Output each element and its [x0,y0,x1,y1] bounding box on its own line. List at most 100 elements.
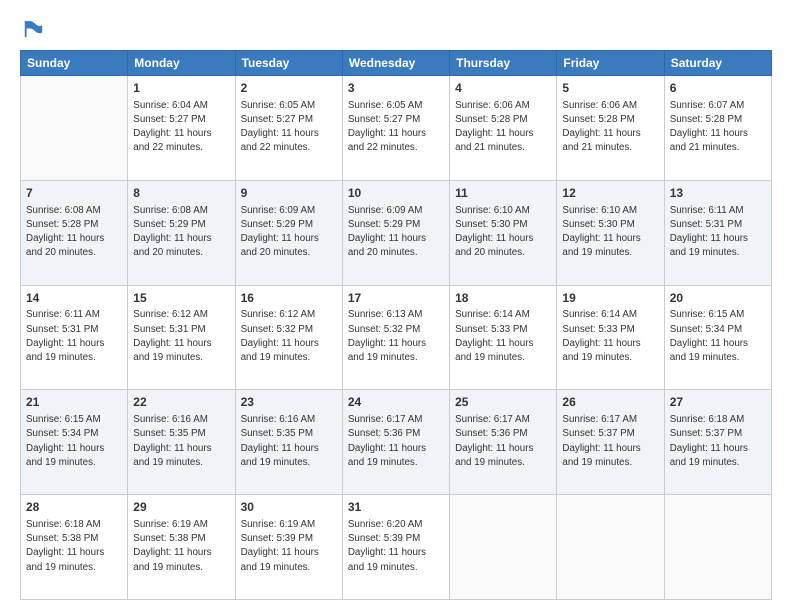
calendar-cell: 27Sunrise: 6:18 AM Sunset: 5:37 PM Dayli… [664,390,771,495]
day-info: Sunrise: 6:10 AM Sunset: 5:30 PM Dayligh… [562,204,658,261]
column-header-friday: Friday [557,51,664,76]
day-info: Sunrise: 6:09 AM Sunset: 5:29 PM Dayligh… [348,204,444,261]
day-info: Sunrise: 6:15 AM Sunset: 5:34 PM Dayligh… [26,413,122,470]
day-info: Sunrise: 6:17 AM Sunset: 5:37 PM Dayligh… [562,413,658,470]
calendar-cell: 26 Sunrise: 6:17 AM Sunset: 5:37 PM Dayli… [557,390,664,495]
day-info: Sunrise: 6:18 AM Sunset: 5:38 PM Dayligh… [26,518,122,575]
calendar-cell: 3 Sunrise: 6:05 AM Sunset: 5:27 PM Daylig… [342,76,449,181]
day-number: 30 [241,499,337,516]
calendar-cell: 9 Sunrise: 6:09 AM Sunset: 5:29 PM Daylig… [235,180,342,285]
day-info: Sunrise: 6:10 AM Sunset: 5:30 PM Dayligh… [455,204,551,261]
calendar-cell: 5Sunrise: 6:06 AM Sunset: 5:28 PM Daylig… [557,76,664,181]
calendar-cell: 16Sunrise: 6:12 AM Sunset: 5:32 PM Dayli… [235,285,342,390]
day-info: Sunrise: 6:06 AM Sunset: 5:28 PM Dayligh… [455,99,551,156]
day-info: Sunrise: 6:05 AM Sunset: 5:27 PM Dayligh… [241,99,337,156]
column-header-saturday: Saturday [664,51,771,76]
calendar-cell: 1 Sunrise: 6:04 AM Sunset: 5:27 PM Daylig… [128,76,235,181]
day-info: Sunrise: 6:18 AM Sunset: 5:37 PM Dayligh… [670,413,766,470]
calendar-cell [21,76,128,181]
day-info: Sunrise: 6:07 AM Sunset: 5:28 PM Dayligh… [670,99,766,156]
day-number: 19 [562,290,658,307]
header [20,18,772,40]
day-number: 28 [26,499,122,516]
day-number: 16 [241,290,337,307]
day-number: 22 [133,394,229,411]
calendar-body: 1 Sunrise: 6:04 AM Sunset: 5:27 PM Daylig… [21,76,772,600]
day-number: 12 [562,185,658,202]
day-info: Sunrise: 6:19 AM Sunset: 5:39 PM Dayligh… [241,518,337,575]
day-info: Sunrise: 6:11 AM Sunset: 5:31 PM Dayligh… [670,204,766,261]
day-info: Sunrise: 6:16 AM Sunset: 5:35 PM Dayligh… [241,413,337,470]
day-info: Sunrise: 6:08 AM Sunset: 5:29 PM Dayligh… [133,204,229,261]
day-info: Sunrise: 6:17 AM Sunset: 5:36 PM Dayligh… [455,413,551,470]
day-info: Sunrise: 6:08 AM Sunset: 5:28 PM Dayligh… [26,204,122,261]
page: SundayMondayTuesdayWednesdayThursdayFrid… [0,0,792,612]
calendar-cell: 19Sunrise: 6:14 AM Sunset: 5:33 PM Dayli… [557,285,664,390]
day-number: 18 [455,290,551,307]
calendar-table: SundayMondayTuesdayWednesdayThursdayFrid… [20,50,772,600]
day-number: 4 [455,80,551,97]
day-info: Sunrise: 6:09 AM Sunset: 5:29 PM Dayligh… [241,204,337,261]
day-number: 21 [26,394,122,411]
day-number: 25 [455,394,551,411]
day-number: 14 [26,290,122,307]
calendar-cell: 29 Sunrise: 6:19 AM Sunset: 5:38 PM Dayli… [128,495,235,600]
day-info: Sunrise: 6:20 AM Sunset: 5:39 PM Dayligh… [348,518,444,575]
day-number: 6 [670,80,766,97]
calendar-cell [557,495,664,600]
day-number: 20 [670,290,766,307]
calendar-header-row: SundayMondayTuesdayWednesdayThursdayFrid… [21,51,772,76]
calendar-cell: 22 Sunrise: 6:16 AM Sunset: 5:35 PM Dayli… [128,390,235,495]
day-number: 1 [133,80,229,97]
day-number: 11 [455,185,551,202]
day-number: 7 [26,185,122,202]
day-number: 24 [348,394,444,411]
calendar-cell: 17Sunrise: 6:13 AM Sunset: 5:32 PM Dayli… [342,285,449,390]
calendar-cell: 6 Sunrise: 6:07 AM Sunset: 5:28 PM Daylig… [664,76,771,181]
day-info: Sunrise: 6:15 AM Sunset: 5:34 PM Dayligh… [670,308,766,365]
day-info: Sunrise: 6:14 AM Sunset: 5:33 PM Dayligh… [455,308,551,365]
calendar-cell: 23 Sunrise: 6:16 AM Sunset: 5:35 PM Dayli… [235,390,342,495]
calendar-cell: 20Sunrise: 6:15 AM Sunset: 5:34 PM Dayli… [664,285,771,390]
logo [20,18,44,40]
day-number: 2 [241,80,337,97]
day-info: Sunrise: 6:04 AM Sunset: 5:27 PM Dayligh… [133,99,229,156]
logo-icon [22,18,44,40]
column-header-wednesday: Wednesday [342,51,449,76]
calendar-cell: 13Sunrise: 6:11 AM Sunset: 5:31 PM Dayli… [664,180,771,285]
calendar-week-row: 28 Sunrise: 6:18 AM Sunset: 5:38 PM Dayli… [21,495,772,600]
calendar-week-row: 21 Sunrise: 6:15 AM Sunset: 5:34 PM Dayli… [21,390,772,495]
day-info: Sunrise: 6:16 AM Sunset: 5:35 PM Dayligh… [133,413,229,470]
calendar-cell: 25 Sunrise: 6:17 AM Sunset: 5:36 PM Dayli… [450,390,557,495]
calendar-cell: 12 Sunrise: 6:10 AM Sunset: 5:30 PM Dayli… [557,180,664,285]
calendar-cell: 7 Sunrise: 6:08 AM Sunset: 5:28 PM Daylig… [21,180,128,285]
column-header-monday: Monday [128,51,235,76]
column-header-tuesday: Tuesday [235,51,342,76]
day-info: Sunrise: 6:17 AM Sunset: 5:36 PM Dayligh… [348,413,444,470]
calendar-cell: 31Sunrise: 6:20 AM Sunset: 5:39 PM Dayli… [342,495,449,600]
day-number: 26 [562,394,658,411]
day-number: 29 [133,499,229,516]
day-number: 17 [348,290,444,307]
day-info: Sunrise: 6:12 AM Sunset: 5:31 PM Dayligh… [133,308,229,365]
day-number: 9 [241,185,337,202]
calendar-cell [664,495,771,600]
day-info: Sunrise: 6:19 AM Sunset: 5:38 PM Dayligh… [133,518,229,575]
calendar-week-row: 1 Sunrise: 6:04 AM Sunset: 5:27 PM Daylig… [21,76,772,181]
day-number: 15 [133,290,229,307]
day-number: 3 [348,80,444,97]
calendar-week-row: 7 Sunrise: 6:08 AM Sunset: 5:28 PM Daylig… [21,180,772,285]
column-header-thursday: Thursday [450,51,557,76]
day-info: Sunrise: 6:05 AM Sunset: 5:27 PM Dayligh… [348,99,444,156]
calendar-cell: 2 Sunrise: 6:05 AM Sunset: 5:27 PM Daylig… [235,76,342,181]
column-header-sunday: Sunday [21,51,128,76]
day-number: 10 [348,185,444,202]
day-info: Sunrise: 6:06 AM Sunset: 5:28 PM Dayligh… [562,99,658,156]
day-info: Sunrise: 6:12 AM Sunset: 5:32 PM Dayligh… [241,308,337,365]
calendar-cell: 28 Sunrise: 6:18 AM Sunset: 5:38 PM Dayli… [21,495,128,600]
calendar-cell [450,495,557,600]
calendar-cell: 18Sunrise: 6:14 AM Sunset: 5:33 PM Dayli… [450,285,557,390]
day-number: 23 [241,394,337,411]
day-info: Sunrise: 6:14 AM Sunset: 5:33 PM Dayligh… [562,308,658,365]
day-number: 8 [133,185,229,202]
